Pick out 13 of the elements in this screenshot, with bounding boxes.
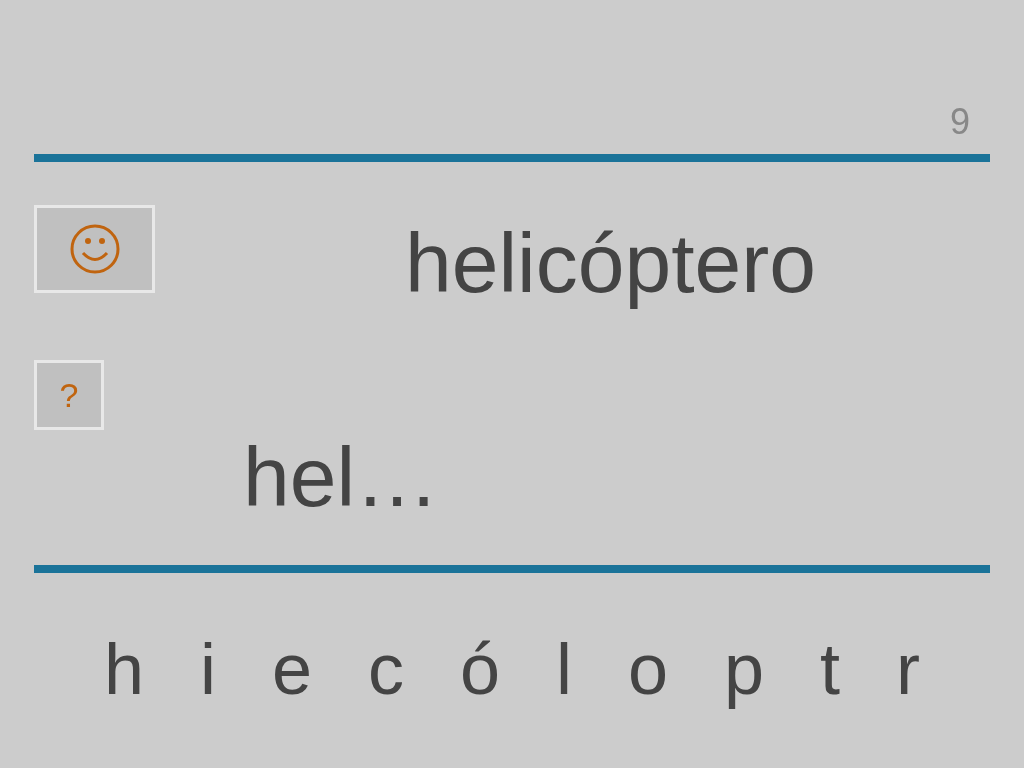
letter-tile[interactable]: h <box>104 633 145 705</box>
page-number: 9 <box>949 104 970 140</box>
letter-tile[interactable]: ó <box>459 633 500 705</box>
letter-tile[interactable]: l <box>556 633 572 705</box>
letter-tile[interactable]: r <box>895 633 920 705</box>
letter-tile[interactable]: c <box>368 633 404 705</box>
answer-text: hel… <box>243 435 440 519</box>
letter-tile[interactable]: i <box>200 633 216 705</box>
letter-tile[interactable]: t <box>820 633 840 705</box>
smiley-button[interactable] <box>34 205 155 293</box>
letter-tile[interactable]: o <box>627 633 668 705</box>
letter-tile[interactable]: e <box>272 633 313 705</box>
smiley-icon <box>69 224 120 274</box>
